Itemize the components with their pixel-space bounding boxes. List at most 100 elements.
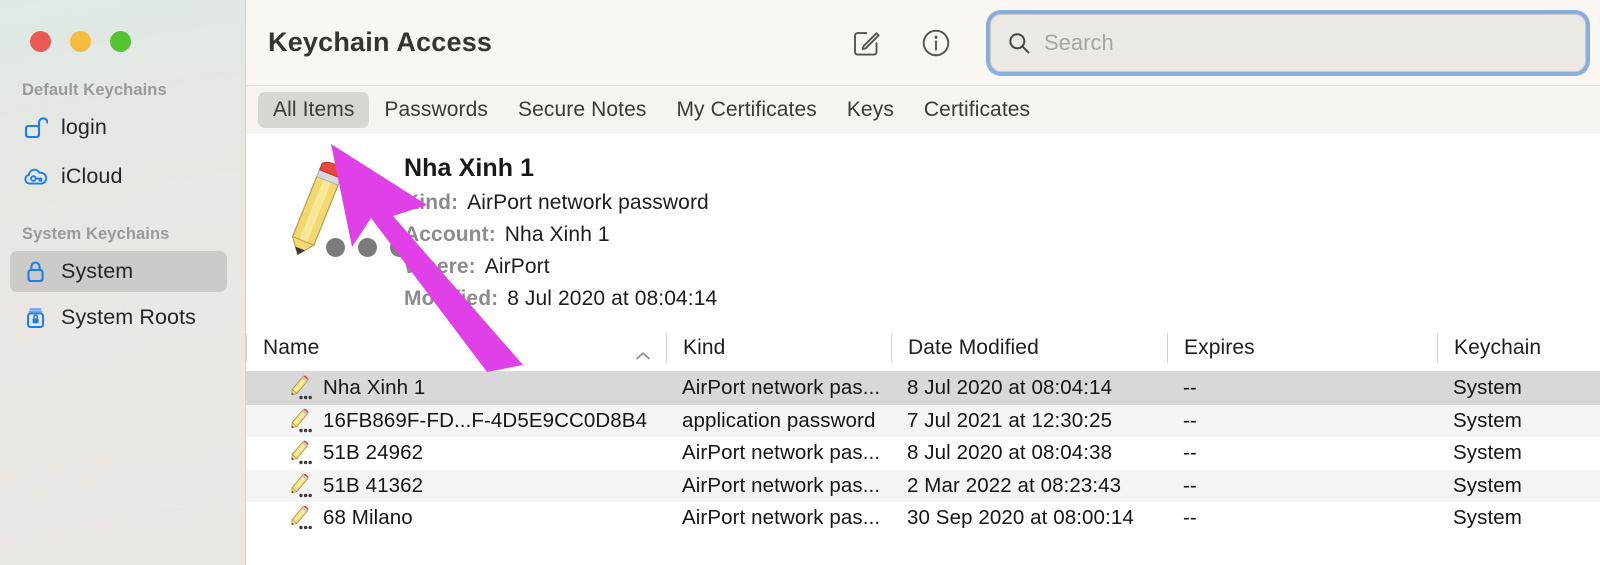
cell-name: 16FB869F-FD...F-4D5E9CC0D8B4 [246,408,666,434]
pencil-icon [286,440,312,466]
info-button[interactable] [914,21,958,65]
column-header-date-modified[interactable]: Date Modified [891,332,1167,363]
window-controls [0,0,245,52]
detail-field-value: Nha Xinh 1 [504,223,610,246]
close-button[interactable] [30,31,51,52]
sidebar-section-default-keychains: Default Keychains login iCloud [0,81,245,197]
cell-keychain: System [1453,441,1522,465]
compose-icon [851,28,881,58]
detail-info: Nha Xinh 1 Kind: AirPort network passwor… [404,150,717,324]
cell-kind: AirPort network pas... [682,376,881,400]
tab-secure-notes[interactable]: Secure Notes [503,92,661,128]
cell-kind: AirPort network pas... [682,506,881,530]
pencil-icon [286,408,312,434]
keychain-access-window: Default Keychains login iCloud System Ke… [0,0,1600,565]
info-icon [921,28,951,58]
pencil-icon [286,505,312,531]
tab-all-items[interactable]: All Items [258,92,370,128]
cell-name: 68 Milano [246,505,666,531]
search-field[interactable] [990,13,1586,72]
sidebar-item-label: System [61,259,134,283]
zoom-button[interactable] [110,31,131,52]
table-row[interactable]: 51B 41362 AirPort network pas... 2 Mar 2… [246,469,1600,502]
cell-name-text: 51B 24962 [323,441,424,465]
detail-field-label: Account: [404,223,496,246]
cell-date-modified: 8 Jul 2020 at 08:04:38 [907,441,1113,465]
cell-expires: -- [1183,376,1197,400]
cell-kind: application password [682,408,876,432]
cell-keychain: System [1453,473,1522,497]
sort-ascending-icon [635,343,651,359]
table-row[interactable]: 68 Milano AirPort network pas... 30 Sep … [246,502,1600,535]
table-row[interactable]: 16FB869F-FD...F-4D5E9CC0D8B4 application… [246,404,1600,437]
column-header-keychain[interactable]: Keychain [1437,332,1600,363]
tab-my-certificates[interactable]: My Certificates [661,92,831,128]
cell-keychain: System [1453,376,1522,400]
cell-expires: -- [1183,408,1197,432]
cell-expires: -- [1183,473,1197,497]
column-header-label: Name [263,335,320,359]
cell-date-modified: 8 Jul 2020 at 08:04:14 [907,376,1113,400]
dot [326,238,345,257]
table-row[interactable]: Nha Xinh 1 AirPort network pas... 8 Jul … [246,372,1600,405]
detail-field-value: AirPort network password [467,191,709,214]
pencil-icon [286,375,312,401]
cell-name: 51B 24962 [246,440,666,466]
item-detail-pane: Nha Xinh 1 Kind: AirPort network passwor… [246,134,1600,324]
sidebar-item-system[interactable]: System [10,251,227,292]
table-body: Nha Xinh 1 AirPort network pas... 8 Jul … [246,372,1600,565]
tab-passwords[interactable]: Passwords [369,92,503,128]
column-header-label: Kind [683,335,726,359]
cloud-key-icon [23,164,48,189]
detail-field-label: Kind: [404,191,459,214]
search-input[interactable] [1044,29,1573,56]
cell-expires: -- [1183,506,1197,530]
search-icon [1007,31,1031,55]
cell-name-text: 68 Milano [323,506,413,530]
sidebar-item-label: System Roots [61,305,197,329]
column-header-label: Expires [1184,335,1255,359]
column-header-name[interactable]: Name [246,332,666,363]
detail-title: Nha Xinh 1 [404,154,535,182]
cell-name: Nha Xinh 1 [246,375,666,401]
keychain-lock-icon [23,305,48,330]
sidebar-section-title-system: System Keychains [22,225,170,243]
sidebar-item-label: iCloud [61,164,123,188]
cell-date-modified: 2 Mar 2022 at 08:23:43 [907,473,1122,497]
detail-field-kind: Kind: AirPort network password [404,191,717,215]
cell-date-modified: 7 Jul 2021 at 12:30:25 [907,408,1113,432]
cell-name-text: Nha Xinh 1 [323,376,426,400]
main-content: Keychain Access Search All Items Passwor… [246,0,1600,565]
sidebar-item-system-roots[interactable]: System Roots [10,297,227,338]
detail-field-account: Account: Nha Xinh 1 [404,223,717,247]
tab-keys[interactable]: Keys [832,92,909,128]
cell-expires: -- [1183,441,1197,465]
cell-keychain: System [1453,408,1522,432]
table-row[interactable]: 51B 24962 AirPort network pas... 8 Jul 2… [246,437,1600,470]
cell-date-modified: 30 Sep 2020 at 08:00:14 [907,506,1134,530]
detail-field-modified: Modified: 8 Jul 2020 at 08:04:14 [404,287,717,311]
sidebar-item-icloud[interactable]: iCloud [10,156,227,197]
detail-field-value: AirPort [484,255,550,278]
column-header-expires[interactable]: Expires [1167,332,1437,363]
cell-kind: AirPort network pas... [682,473,881,497]
tab-certificates[interactable]: Certificates [909,92,1045,128]
filter-tab-bar: All Items Passwords Secure Notes My Cert… [246,85,1600,134]
column-header-label: Keychain [1454,335,1542,359]
cell-kind: AirPort network pas... [682,441,881,465]
sidebar-item-login[interactable]: login [10,107,227,148]
sidebar-section-system-keychains: System Keychains System System Roots [0,225,245,338]
detail-field-label: Where: [404,255,476,278]
pencil-icon [286,473,312,499]
detail-field-where: Where: AirPort [404,255,717,279]
compose-button[interactable] [844,21,888,65]
cell-name-text: 51B 41362 [323,473,424,497]
unlocked-padlock-icon [23,115,49,140]
column-header-label: Date Modified [908,335,1039,359]
page-title: Keychain Access [268,27,493,57]
dot [358,238,377,257]
column-header-kind[interactable]: Kind [666,332,891,363]
toolbar: Keychain Access [246,0,1600,85]
detail-field-label: Modified: [404,287,499,310]
minimize-button[interactable] [70,31,91,52]
